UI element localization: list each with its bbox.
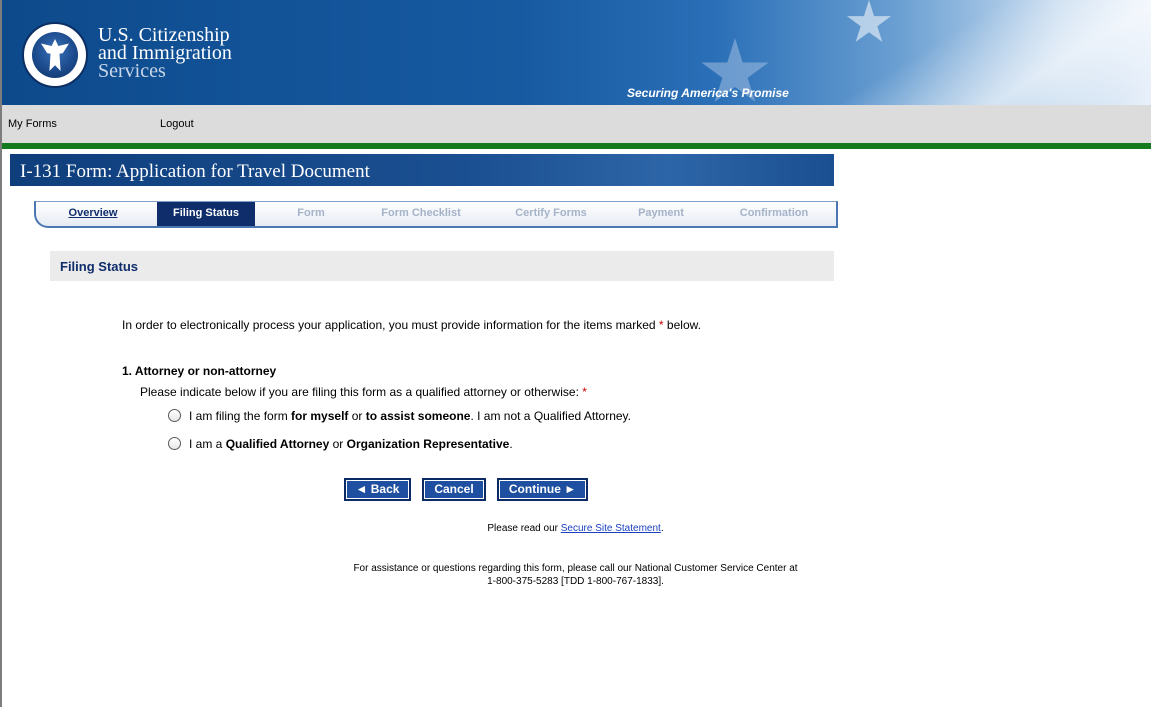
tab-payment: Payment bbox=[638, 207, 684, 219]
tab-filing-status[interactable]: Filing Status bbox=[157, 202, 255, 226]
form-title: I-131 Form: Application for Travel Docum… bbox=[20, 161, 370, 182]
opt1-text-1: I am filing the form bbox=[189, 409, 292, 423]
dhs-seal-icon bbox=[22, 22, 88, 88]
option-not-attorney[interactable]: I am filing the form for myself or to as… bbox=[168, 409, 631, 423]
form-banner: I-131 Form: Application for Travel Docum… bbox=[10, 154, 834, 186]
intro-text: In order to electronically process your … bbox=[122, 318, 762, 332]
radio-not-attorney[interactable] bbox=[168, 409, 181, 422]
header-flag-wave bbox=[805, 0, 1151, 105]
intro-end: below. bbox=[663, 318, 701, 332]
assistance-line-1: For assistance or questions regarding th… bbox=[353, 563, 798, 574]
question-title: 1. Attorney or non-attorney bbox=[122, 364, 277, 378]
opt2-text-1: I am a bbox=[189, 437, 226, 451]
secure-site-link[interactable]: Secure Site Statement bbox=[561, 523, 661, 534]
cancel-button[interactable]: Cancel bbox=[423, 479, 485, 500]
radio-attorney[interactable] bbox=[168, 437, 181, 450]
back-button[interactable]: ◄ Back bbox=[345, 479, 410, 500]
tab-form: Form bbox=[297, 207, 325, 219]
logout-link[interactable]: Logout bbox=[160, 118, 194, 130]
opt1-bold-2: to assist someone bbox=[365, 409, 471, 423]
opt2-bold-2: Organization Representative bbox=[346, 437, 510, 451]
opt2-text-2: or bbox=[329, 437, 347, 451]
divider bbox=[2, 143, 1151, 149]
top-nav: My Forms Logout bbox=[2, 105, 1151, 143]
prompt-text: Please indicate below if you are filing … bbox=[140, 385, 579, 399]
agency-name: U.S. Citizenship and Immigration Service… bbox=[98, 25, 232, 82]
step-tabs: Overview Filing Status Form Form Checkli… bbox=[34, 201, 838, 228]
agency-line-3: Services bbox=[98, 60, 166, 82]
section-header: Filing Status bbox=[50, 251, 834, 281]
continue-button[interactable]: Continue ► bbox=[498, 479, 587, 500]
secure-prefix: Please read our bbox=[487, 523, 561, 534]
tagline: Securing America's Promise bbox=[627, 86, 789, 100]
tab-confirmation: Confirmation bbox=[739, 207, 809, 219]
secure-suffix: . bbox=[660, 523, 664, 534]
opt1-bold-1: for myself bbox=[291, 409, 349, 423]
tab-certify-forms: Certify Forms bbox=[515, 207, 587, 219]
required-marker: * bbox=[582, 385, 587, 399]
opt2-text-3: . bbox=[509, 437, 513, 451]
section-title: Filing Status bbox=[60, 259, 138, 274]
secure-site-notice: Please read our Secure Site Statement. bbox=[0, 523, 1151, 534]
option-attorney[interactable]: I am a Qualified Attorney or Organizatio… bbox=[168, 437, 513, 451]
assistance-line-2: 1-800-375-5283 [TDD 1-800-767-1833]. bbox=[487, 576, 664, 587]
my-forms-link[interactable]: My Forms bbox=[8, 118, 57, 130]
opt2-bold-1: Qualified Attorney bbox=[225, 437, 330, 451]
tab-form-checklist: Form Checklist bbox=[381, 207, 461, 219]
tab-overview[interactable]: Overview bbox=[58, 202, 128, 226]
question-prompt: Please indicate below if you are filing … bbox=[140, 385, 587, 399]
opt1-text-2: or bbox=[348, 409, 366, 423]
site-header: U.S. Citizenship and Immigration Service… bbox=[2, 0, 1151, 105]
intro-main: In order to electronically process your … bbox=[122, 318, 656, 332]
opt1-text-3: . I am not a Qualified Attorney. bbox=[470, 409, 631, 423]
